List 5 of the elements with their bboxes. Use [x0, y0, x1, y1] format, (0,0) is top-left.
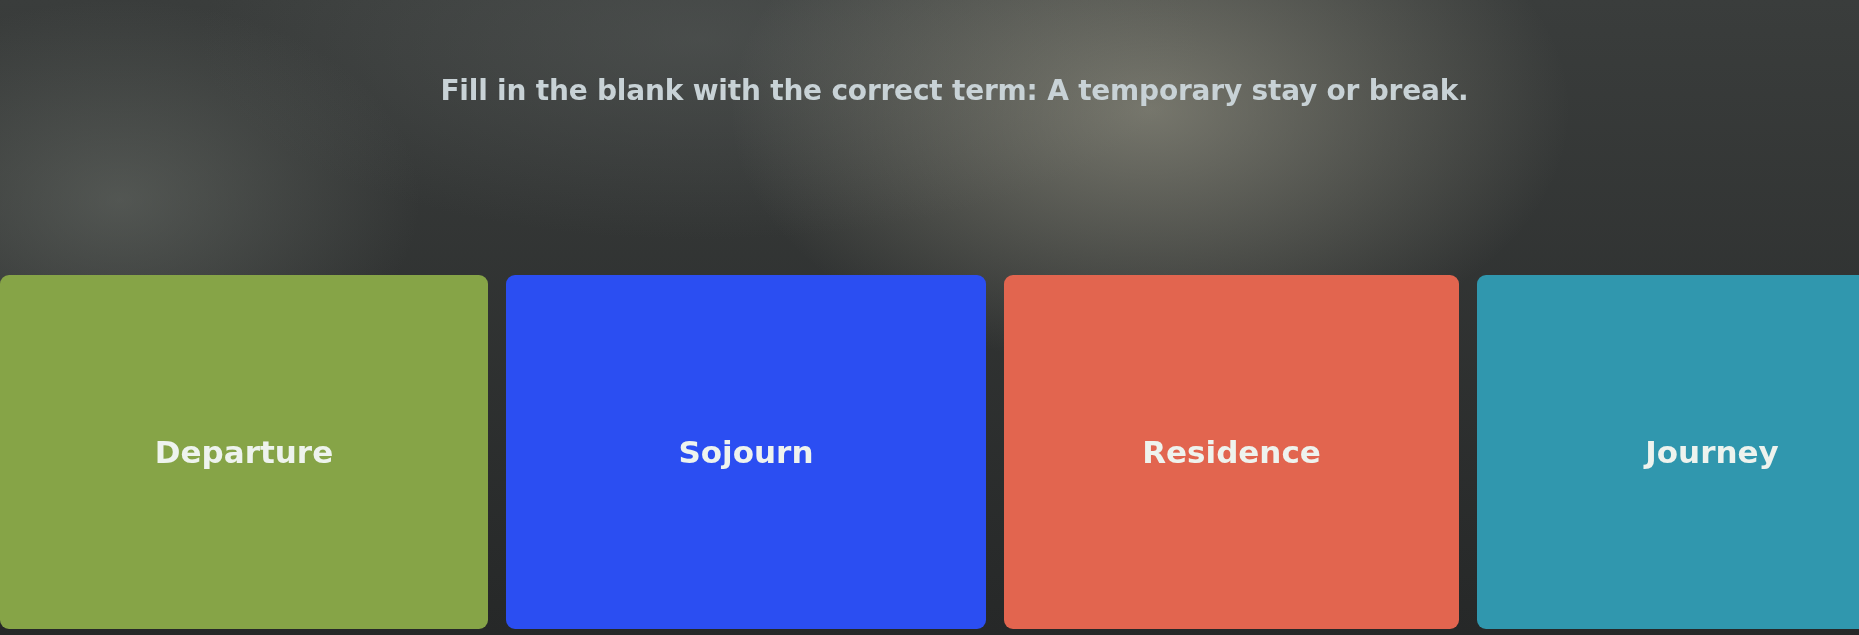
- answer-option[interactable]: Residence: [1004, 275, 1459, 629]
- answer-option[interactable]: Journey: [1477, 275, 1859, 629]
- answer-option[interactable]: Sojourn: [506, 275, 986, 629]
- answer-option[interactable]: Departure: [0, 275, 488, 629]
- question-text: Fill in the blank with the correct term: A temporary stay or break.: [440, 74, 1469, 107]
